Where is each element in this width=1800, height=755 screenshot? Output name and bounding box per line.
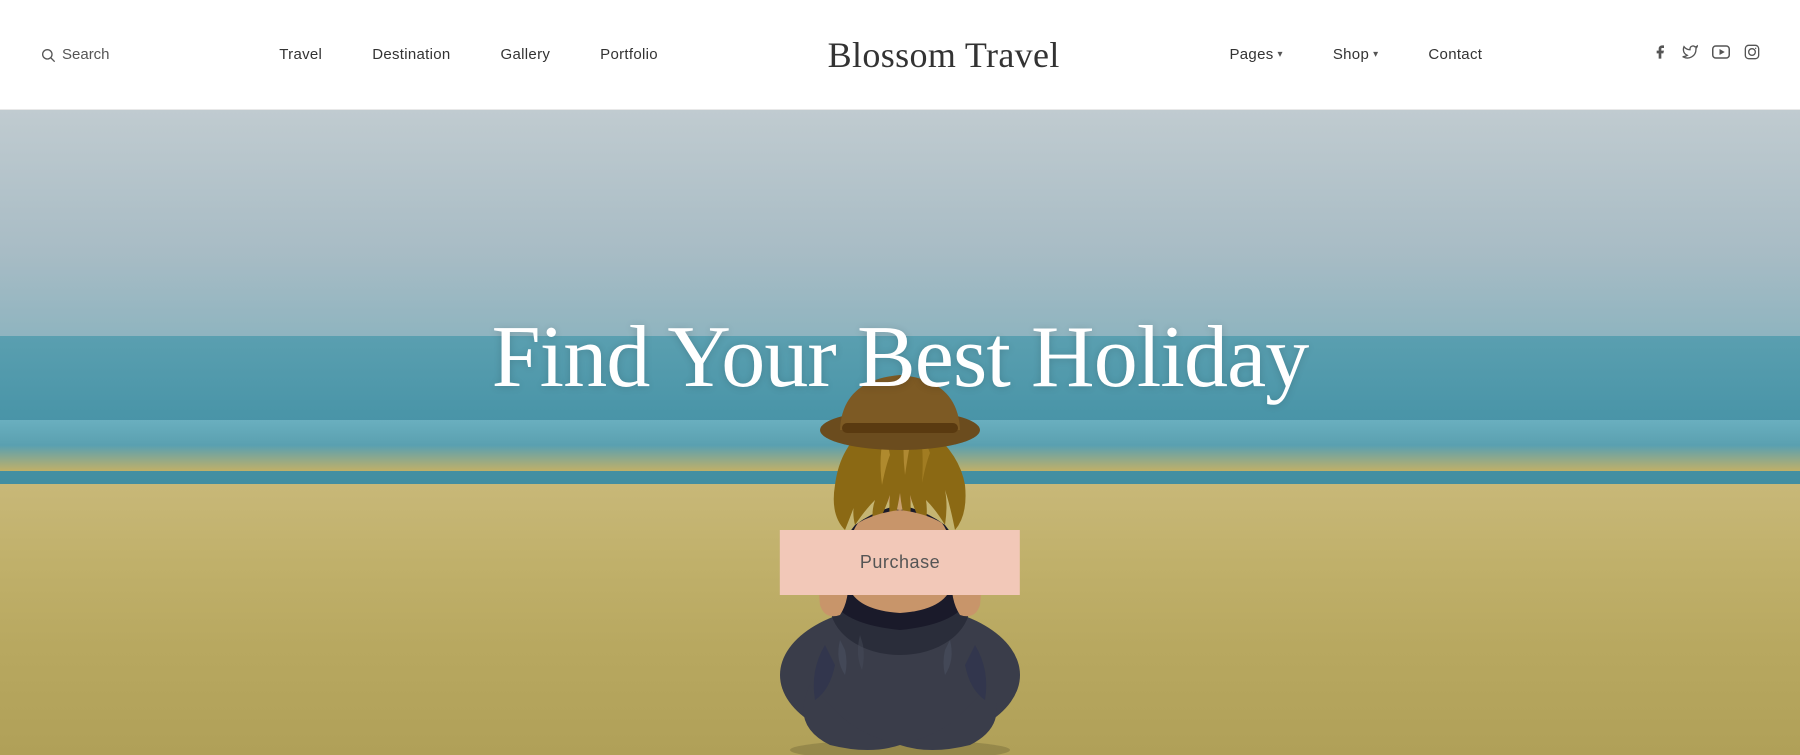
purchase-button[interactable]: Purchase: [780, 530, 1020, 595]
nav-item-portfolio[interactable]: Portfolio: [600, 46, 658, 63]
social-icons: [1652, 44, 1760, 65]
youtube-icon[interactable]: [1712, 45, 1730, 64]
site-header: Search Travel Destination Gallery Portfo…: [0, 0, 1800, 110]
nav-item-shop[interactable]: Shop ▾: [1333, 46, 1379, 63]
hero-title: Find Your Best Holiday: [0, 310, 1800, 407]
nav-item-contact[interactable]: Contact: [1428, 46, 1482, 63]
facebook-icon[interactable]: [1652, 44, 1668, 65]
nav-item-pages[interactable]: Pages ▾: [1229, 46, 1282, 63]
search-trigger[interactable]: Search: [40, 46, 110, 63]
shop-dropdown-arrow: ▾: [1373, 49, 1378, 60]
instagram-icon[interactable]: [1744, 44, 1760, 65]
nav-item-destination[interactable]: Destination: [372, 46, 450, 63]
search-label: Search: [62, 46, 110, 63]
main-nav-left: Travel Destination Gallery Portfolio: [279, 46, 658, 63]
main-nav-right: Pages ▾ Shop ▾ Contact: [1229, 46, 1482, 63]
nav-item-travel[interactable]: Travel: [279, 46, 322, 63]
twitter-icon[interactable]: [1682, 44, 1698, 65]
pages-dropdown-arrow: ▾: [1278, 49, 1283, 60]
nav-item-gallery[interactable]: Gallery: [501, 46, 551, 63]
site-logo[interactable]: Blossom Travel: [828, 34, 1060, 76]
hero-section: Find Your Best Holiday Purchase: [0, 110, 1800, 755]
search-icon: [40, 47, 56, 63]
